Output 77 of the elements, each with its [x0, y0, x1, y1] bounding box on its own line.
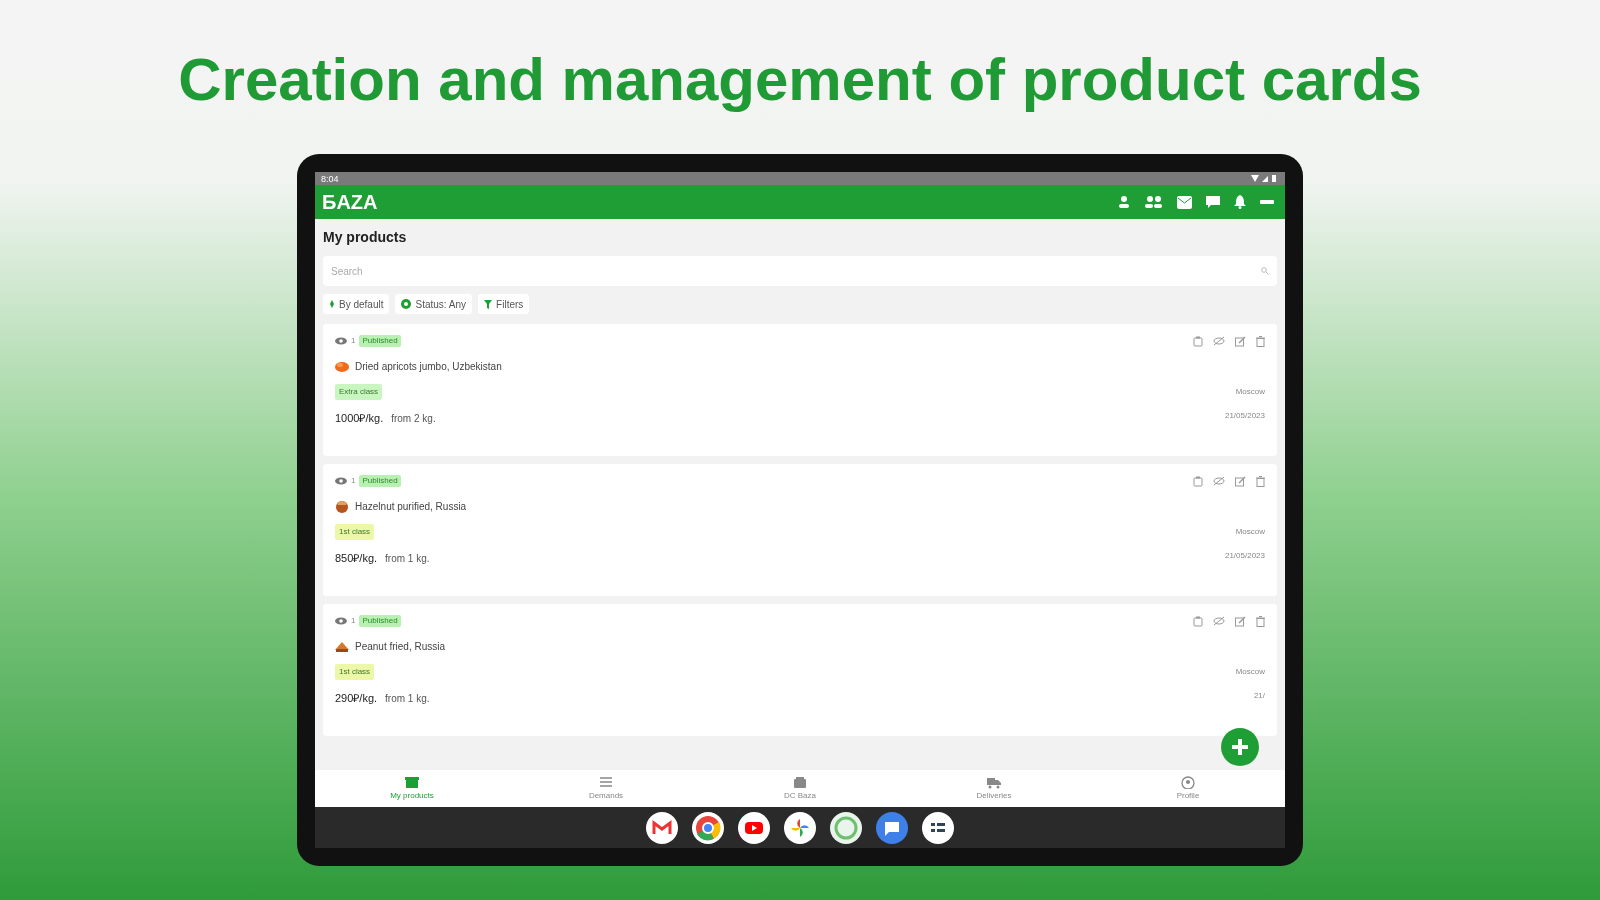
hide-icon[interactable] [1213, 336, 1225, 346]
view-count: 1 [351, 615, 356, 627]
headline: Creation and management of product cards [178, 45, 1422, 115]
store-icon [405, 775, 419, 789]
app-logo: БAZA [322, 190, 378, 215]
status-badge: Published [359, 335, 401, 347]
nav-tab[interactable]: Demands [509, 775, 703, 802]
user-icon[interactable] [1117, 195, 1131, 209]
edit-icon[interactable] [1235, 335, 1246, 347]
product-name: Dried apricots jumbo, Uzbekistan [355, 359, 502, 374]
mail-icon[interactable] [1177, 195, 1192, 209]
mail-app-icon[interactable] [646, 811, 678, 844]
briefcase-icon [793, 775, 807, 789]
apps-icon[interactable] [922, 811, 954, 844]
copy-icon[interactable] [1193, 475, 1203, 487]
city: Moscow [1235, 526, 1265, 538]
search-icon[interactable] [1261, 267, 1269, 275]
nav-tab[interactable]: Profile [1091, 775, 1285, 802]
min-order: from 1 kg. [385, 692, 430, 706]
truck-icon [987, 775, 1001, 789]
users-icon[interactable] [1145, 195, 1163, 209]
nav-tab[interactable]: Deliveries [897, 775, 1091, 802]
add-button[interactable] [1221, 728, 1259, 766]
trash-icon[interactable] [1256, 335, 1265, 347]
trash-icon[interactable] [1256, 615, 1265, 627]
copy-icon[interactable] [1193, 335, 1203, 347]
status-icons [1251, 174, 1279, 183]
city: Moscow [1235, 386, 1265, 398]
filter-icon [484, 299, 493, 309]
video-app-icon[interactable] [738, 811, 770, 844]
ring-app-icon[interactable] [830, 811, 862, 844]
eye-icon [335, 477, 347, 485]
eye-icon [335, 337, 347, 345]
date: 21/05/2023 [1224, 550, 1265, 562]
grade-tag: Extra class [335, 384, 383, 400]
nav-tab[interactable]: My products [315, 775, 509, 802]
chip[interactable]: Status: Any [395, 294, 473, 314]
status-badge: Published [359, 615, 401, 627]
min-order: from 2 kg. [391, 412, 436, 426]
date: 21/05/2023 [1224, 410, 1265, 422]
profile-icon [1181, 775, 1195, 789]
product-name: Peanut fried, Russia [355, 639, 446, 654]
chip[interactable]: Filters [478, 294, 530, 314]
page-title: My products [323, 228, 408, 247]
edit-icon[interactable] [1235, 615, 1246, 627]
chip[interactable]: By default [323, 294, 390, 314]
grade-tag: 1st class [335, 664, 375, 680]
bell-icon[interactable] [1234, 195, 1246, 209]
price: 290₽/kg. [335, 691, 378, 706]
grade-tag: 1st class [335, 524, 375, 540]
list-icon [599, 775, 613, 789]
nav-tab[interactable]: DC Baza [703, 775, 897, 802]
pinwheel-app-icon[interactable] [784, 811, 816, 844]
sort-icon [329, 299, 335, 309]
price: 1000₽/kg. [335, 411, 384, 426]
min-order: from 1 kg. [385, 552, 430, 566]
chat-icon[interactable] [1206, 195, 1220, 209]
trash-icon[interactable] [1256, 475, 1265, 487]
price: 850₽/kg. [335, 551, 378, 566]
browser-app-icon[interactable] [692, 811, 724, 844]
view-count: 1 [351, 475, 356, 487]
status-time: 8:04 [321, 173, 339, 184]
status-icon [401, 299, 412, 309]
city: Moscow [1235, 666, 1265, 678]
product-name: Hazelnut purified, Russia [355, 499, 467, 514]
apricot-icon [335, 359, 349, 373]
edit-icon[interactable] [1235, 475, 1246, 487]
copy-icon[interactable] [1193, 615, 1203, 627]
search-field[interactable]: Search [323, 256, 1277, 286]
hazelnut-icon [335, 499, 349, 513]
status-badge: Published [359, 475, 401, 487]
message-app-icon[interactable] [876, 811, 908, 844]
hide-icon[interactable] [1213, 476, 1225, 486]
eye-icon [335, 617, 347, 625]
hide-icon[interactable] [1213, 616, 1225, 626]
date: 21/ [1253, 690, 1265, 702]
view-count: 1 [351, 335, 356, 347]
